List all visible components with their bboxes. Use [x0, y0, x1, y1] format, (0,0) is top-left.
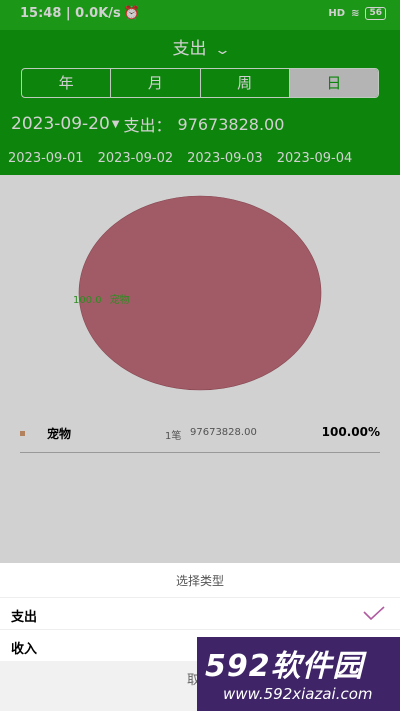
sheet-title: 选择类型	[175, 574, 224, 588]
option-label: 收入	[11, 642, 38, 657]
watermark-brand: 592软件园	[205, 649, 364, 684]
option-expense[interactable]: 支出	[0, 597, 400, 630]
check-icon	[363, 606, 385, 621]
option-label: 支出	[11, 610, 38, 625]
watermark-url: www.592xiazai.com	[223, 685, 373, 703]
watermark-logo: 592软件园 www.592xiazai.com	[197, 637, 400, 711]
modal-overlay[interactable]	[0, 0, 400, 563]
